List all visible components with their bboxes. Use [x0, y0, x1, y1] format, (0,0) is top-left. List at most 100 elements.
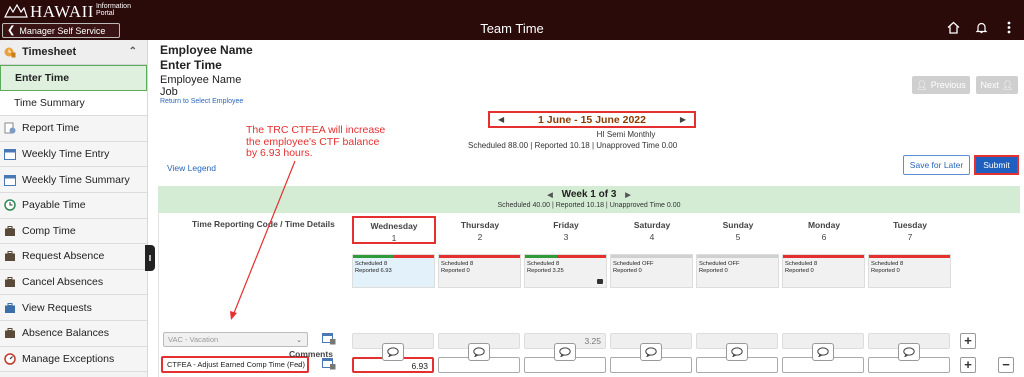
sidebar-item-label: Enter Time: [15, 71, 70, 84]
sidebar-item-manage-exceptions[interactable]: Manage Exceptions: [0, 346, 147, 373]
comments-label: Comments: [289, 349, 333, 359]
logo-subtitle-line2: Portal: [95, 10, 115, 17]
sidebar-section-timesheet[interactable]: Timesheet ⌃: [0, 40, 147, 65]
previous-period-arrow-icon[interactable]: ◀: [498, 115, 504, 124]
day-name: Saturday: [633, 220, 671, 230]
calendar-icon: [4, 174, 16, 186]
day-header-wednesday: Wednesday 1: [352, 216, 436, 244]
chevron-up-icon[interactable]: ⌃: [129, 46, 137, 57]
comment-icon: [731, 347, 743, 357]
sidebar-item-time-summary[interactable]: Time Summary: [0, 90, 147, 117]
day-summary-card[interactable]: Scheduled 8 Reported 6.93: [352, 254, 435, 288]
scheduled-hours: Scheduled 8: [355, 261, 388, 267]
day-header-monday: Monday 6: [782, 219, 866, 243]
reported-hours: Reported 0: [785, 268, 814, 274]
employee-job: Job: [160, 86, 178, 98]
day-summary-card[interactable]: Scheduled OFF Reported 0: [696, 254, 779, 288]
previous-employee-button[interactable]: 👤︎ Previous: [912, 76, 970, 94]
comment-button[interactable]: [898, 343, 920, 361]
briefcase-icon: [4, 302, 16, 314]
bell-icon[interactable]: [974, 20, 988, 34]
reported-hours: Reported 0: [613, 268, 642, 274]
week-summary: Scheduled 40.00 | Reported 10.18 | Unapp…: [497, 202, 681, 209]
briefcase-icon: [4, 327, 16, 339]
day-header-thursday: Thursday 2: [438, 219, 522, 243]
day-summary-card[interactable]: Scheduled 8 Reported 0: [868, 254, 951, 288]
sidebar-item-weekly-time-summary[interactable]: Weekly Time Summary: [0, 167, 147, 193]
sidebar-item-absence-balances[interactable]: Absence Balances: [0, 320, 147, 347]
person-icon: 👤︎: [916, 79, 928, 90]
previous-week-arrow-icon[interactable]: ◀: [547, 192, 552, 199]
scheduled-hours: Scheduled 8: [871, 261, 904, 267]
sidebar-item-label: Absence Balances: [22, 327, 109, 340]
sidebar-item-comp-time[interactable]: Comp Time: [0, 218, 147, 245]
time-details-icon[interactable]: [322, 333, 336, 345]
day-name: Wednesday: [370, 221, 418, 231]
add-row-button[interactable]: +: [960, 357, 976, 373]
sidebar-item-view-requests[interactable]: View Requests: [0, 295, 147, 321]
day-number: 2: [477, 232, 483, 242]
sidebar-item-cancel-absences[interactable]: Cancel Absences: [0, 269, 147, 296]
sidebar-item-weekly-time-entry[interactable]: Weekly Time Entry: [0, 141, 147, 168]
scheduled-hours: Scheduled 8: [441, 261, 474, 267]
chevron-down-icon: ⌄: [296, 336, 302, 344]
save-for-later-button[interactable]: Save for Later: [903, 155, 970, 175]
next-week-arrow-icon[interactable]: ▶: [625, 192, 630, 199]
day-header-friday: Friday 3: [524, 219, 608, 243]
calendar-icon: [4, 148, 16, 161]
collapse-sidebar-handle[interactable]: ‖: [145, 245, 155, 271]
time-details-icon[interactable]: [322, 358, 336, 370]
day-summary-card[interactable]: Scheduled 8 Reported 0: [782, 254, 865, 288]
week-header: ◀ Week 1 of 3 ▶ Scheduled 40.00 | Report…: [158, 186, 1020, 213]
reported-hours: Reported 0: [871, 268, 900, 274]
more-options-icon[interactable]: [1002, 20, 1016, 34]
period-navigator: ◀ 1 June - 15 June 2022 ▶: [488, 111, 696, 128]
week-title-row: ◀ Week 1 of 3 ▶: [158, 189, 1020, 200]
comment-button[interactable]: [468, 343, 490, 361]
comment-button[interactable]: [382, 343, 404, 361]
add-row-button[interactable]: +: [960, 333, 976, 349]
sidebar-item-enter-time[interactable]: Enter Time: [0, 65, 147, 91]
home-icon[interactable]: [946, 20, 960, 34]
time-grid: Time Reporting Code / Time Details VAC -…: [158, 213, 1020, 377]
sidebar-item-report-time[interactable]: Report Time: [0, 116, 147, 142]
next-period-arrow-icon[interactable]: ▶: [680, 115, 686, 124]
sidebar-item-request-absence[interactable]: Request Absence: [0, 244, 147, 270]
logo-subtitle: Information Portal: [96, 3, 131, 17]
briefcase-icon: [4, 276, 16, 288]
status-bar: [697, 255, 778, 258]
gauge-icon: [4, 353, 16, 365]
day-number: 5: [735, 232, 741, 242]
day-summary-card[interactable]: Scheduled OFF Reported 0: [610, 254, 693, 288]
day-summary-card[interactable]: Scheduled 8 Reported 3.25: [524, 254, 607, 288]
sidebar-item-label: Manage Exceptions: [22, 352, 115, 365]
delete-row-button[interactable]: −: [998, 357, 1014, 373]
view-legend-link[interactable]: View Legend: [167, 163, 216, 173]
comment-button[interactable]: [812, 343, 834, 361]
top-header: HAWAII Information Portal ❮ Manager Self …: [0, 0, 1024, 40]
trc-select-value: VAC - Vacation: [168, 335, 219, 344]
sidebar: Timesheet ⌃ Enter Time Time Summary Repo…: [0, 40, 148, 377]
comment-button[interactable]: [726, 343, 748, 361]
next-employee-button[interactable]: Next 👤︎: [976, 76, 1018, 94]
next-label: Next: [980, 80, 1000, 90]
trc-select-vacation[interactable]: VAC - Vacation ⌄: [163, 332, 308, 347]
briefcase-icon: [597, 279, 603, 284]
trc-select-ctfea[interactable]: CTFEA - Adjust Earned Comp Time (Fed) ⌄: [161, 356, 309, 373]
day-name: Tuesday: [893, 220, 927, 230]
clock-icon: [4, 199, 16, 212]
previous-label: Previous: [930, 80, 966, 90]
comment-button[interactable]: [640, 343, 662, 361]
return-to-select-employee-link[interactable]: Return to Select Employee: [160, 98, 243, 105]
period-range: 1 June - 15 June 2022: [538, 113, 646, 126]
comment-button[interactable]: [554, 343, 576, 361]
sidebar-item-label: Comp Time: [22, 224, 76, 237]
timesheet-icon: [4, 46, 16, 58]
day-summary-card[interactable]: Scheduled 8 Reported 0: [438, 254, 521, 288]
comment-icon: [559, 347, 571, 357]
briefcase-icon: [4, 250, 16, 262]
day-number: 1: [391, 233, 397, 243]
reported-hours: Reported 0: [699, 268, 728, 274]
sidebar-item-payable-time[interactable]: Payable Time: [0, 192, 147, 219]
submit-button[interactable]: Submit: [974, 155, 1019, 175]
